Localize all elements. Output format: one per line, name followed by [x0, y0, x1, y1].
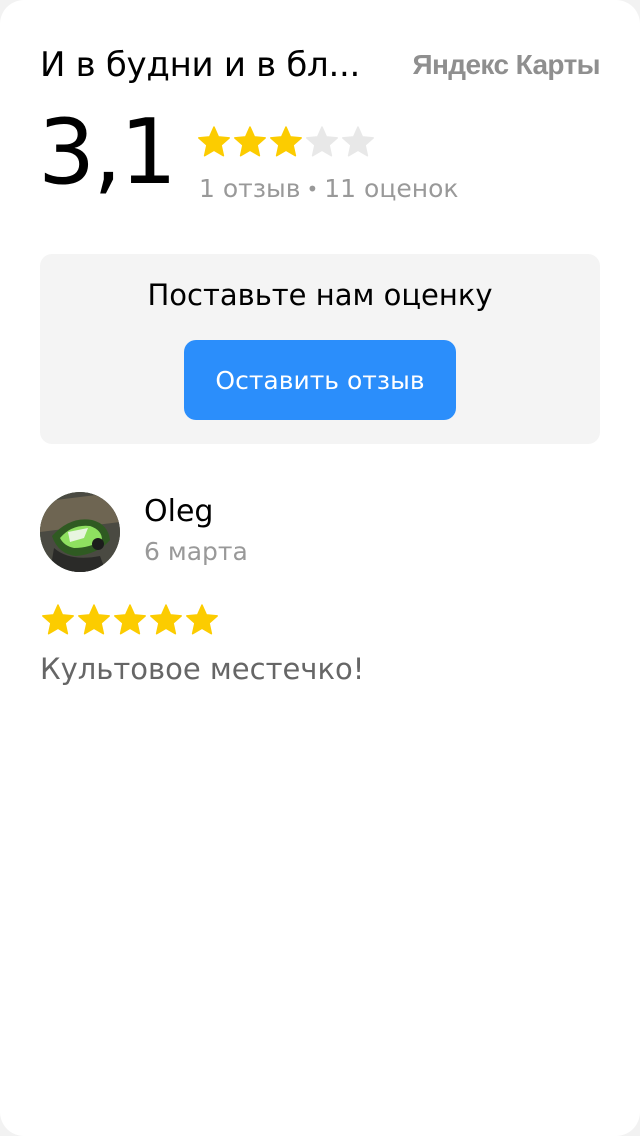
star-filled-icon: [40, 602, 76, 638]
leave-review-button[interactable]: Оставить отзыв: [184, 340, 456, 420]
star-filled-icon: [148, 602, 184, 638]
rating-value: 3,1: [38, 100, 177, 205]
star-filled-icon: [184, 602, 220, 638]
header: И в будни и в бл... Яндекс Карты: [40, 40, 601, 90]
star-filled-icon: [232, 124, 268, 160]
star-filled-icon: [196, 124, 232, 160]
reviews-count: 1 отзыв: [199, 174, 301, 203]
review-text: Культовое местечко!: [40, 652, 365, 686]
star-filled-icon: [268, 124, 304, 160]
review-date: 6 марта: [144, 537, 248, 566]
star-empty-icon: [304, 124, 340, 160]
avatar[interactable]: [40, 492, 120, 572]
rating-stars: [196, 124, 376, 160]
yandex-maps-link[interactable]: Яндекс Карты: [412, 49, 600, 81]
rate-us-panel: Поставьте нам оценку Оставить отзыв: [40, 254, 600, 444]
dot-separator: •: [306, 176, 319, 201]
review-author: Oleg: [144, 494, 214, 529]
star-filled-icon: [76, 602, 112, 638]
rate-us-title: Поставьте нам оценку: [147, 278, 493, 312]
place-title[interactable]: И в будни и в бл...: [40, 45, 360, 85]
star-empty-icon: [340, 124, 376, 160]
ratings-count: 11 оценок: [324, 174, 459, 203]
rating-counts: 1 отзыв • 11 оценок: [199, 174, 458, 203]
star-filled-icon: [112, 602, 148, 638]
reviews-widget: И в будни и в бл... Яндекс Карты 3,1 1 о…: [0, 0, 640, 1136]
review-stars: [40, 602, 220, 638]
